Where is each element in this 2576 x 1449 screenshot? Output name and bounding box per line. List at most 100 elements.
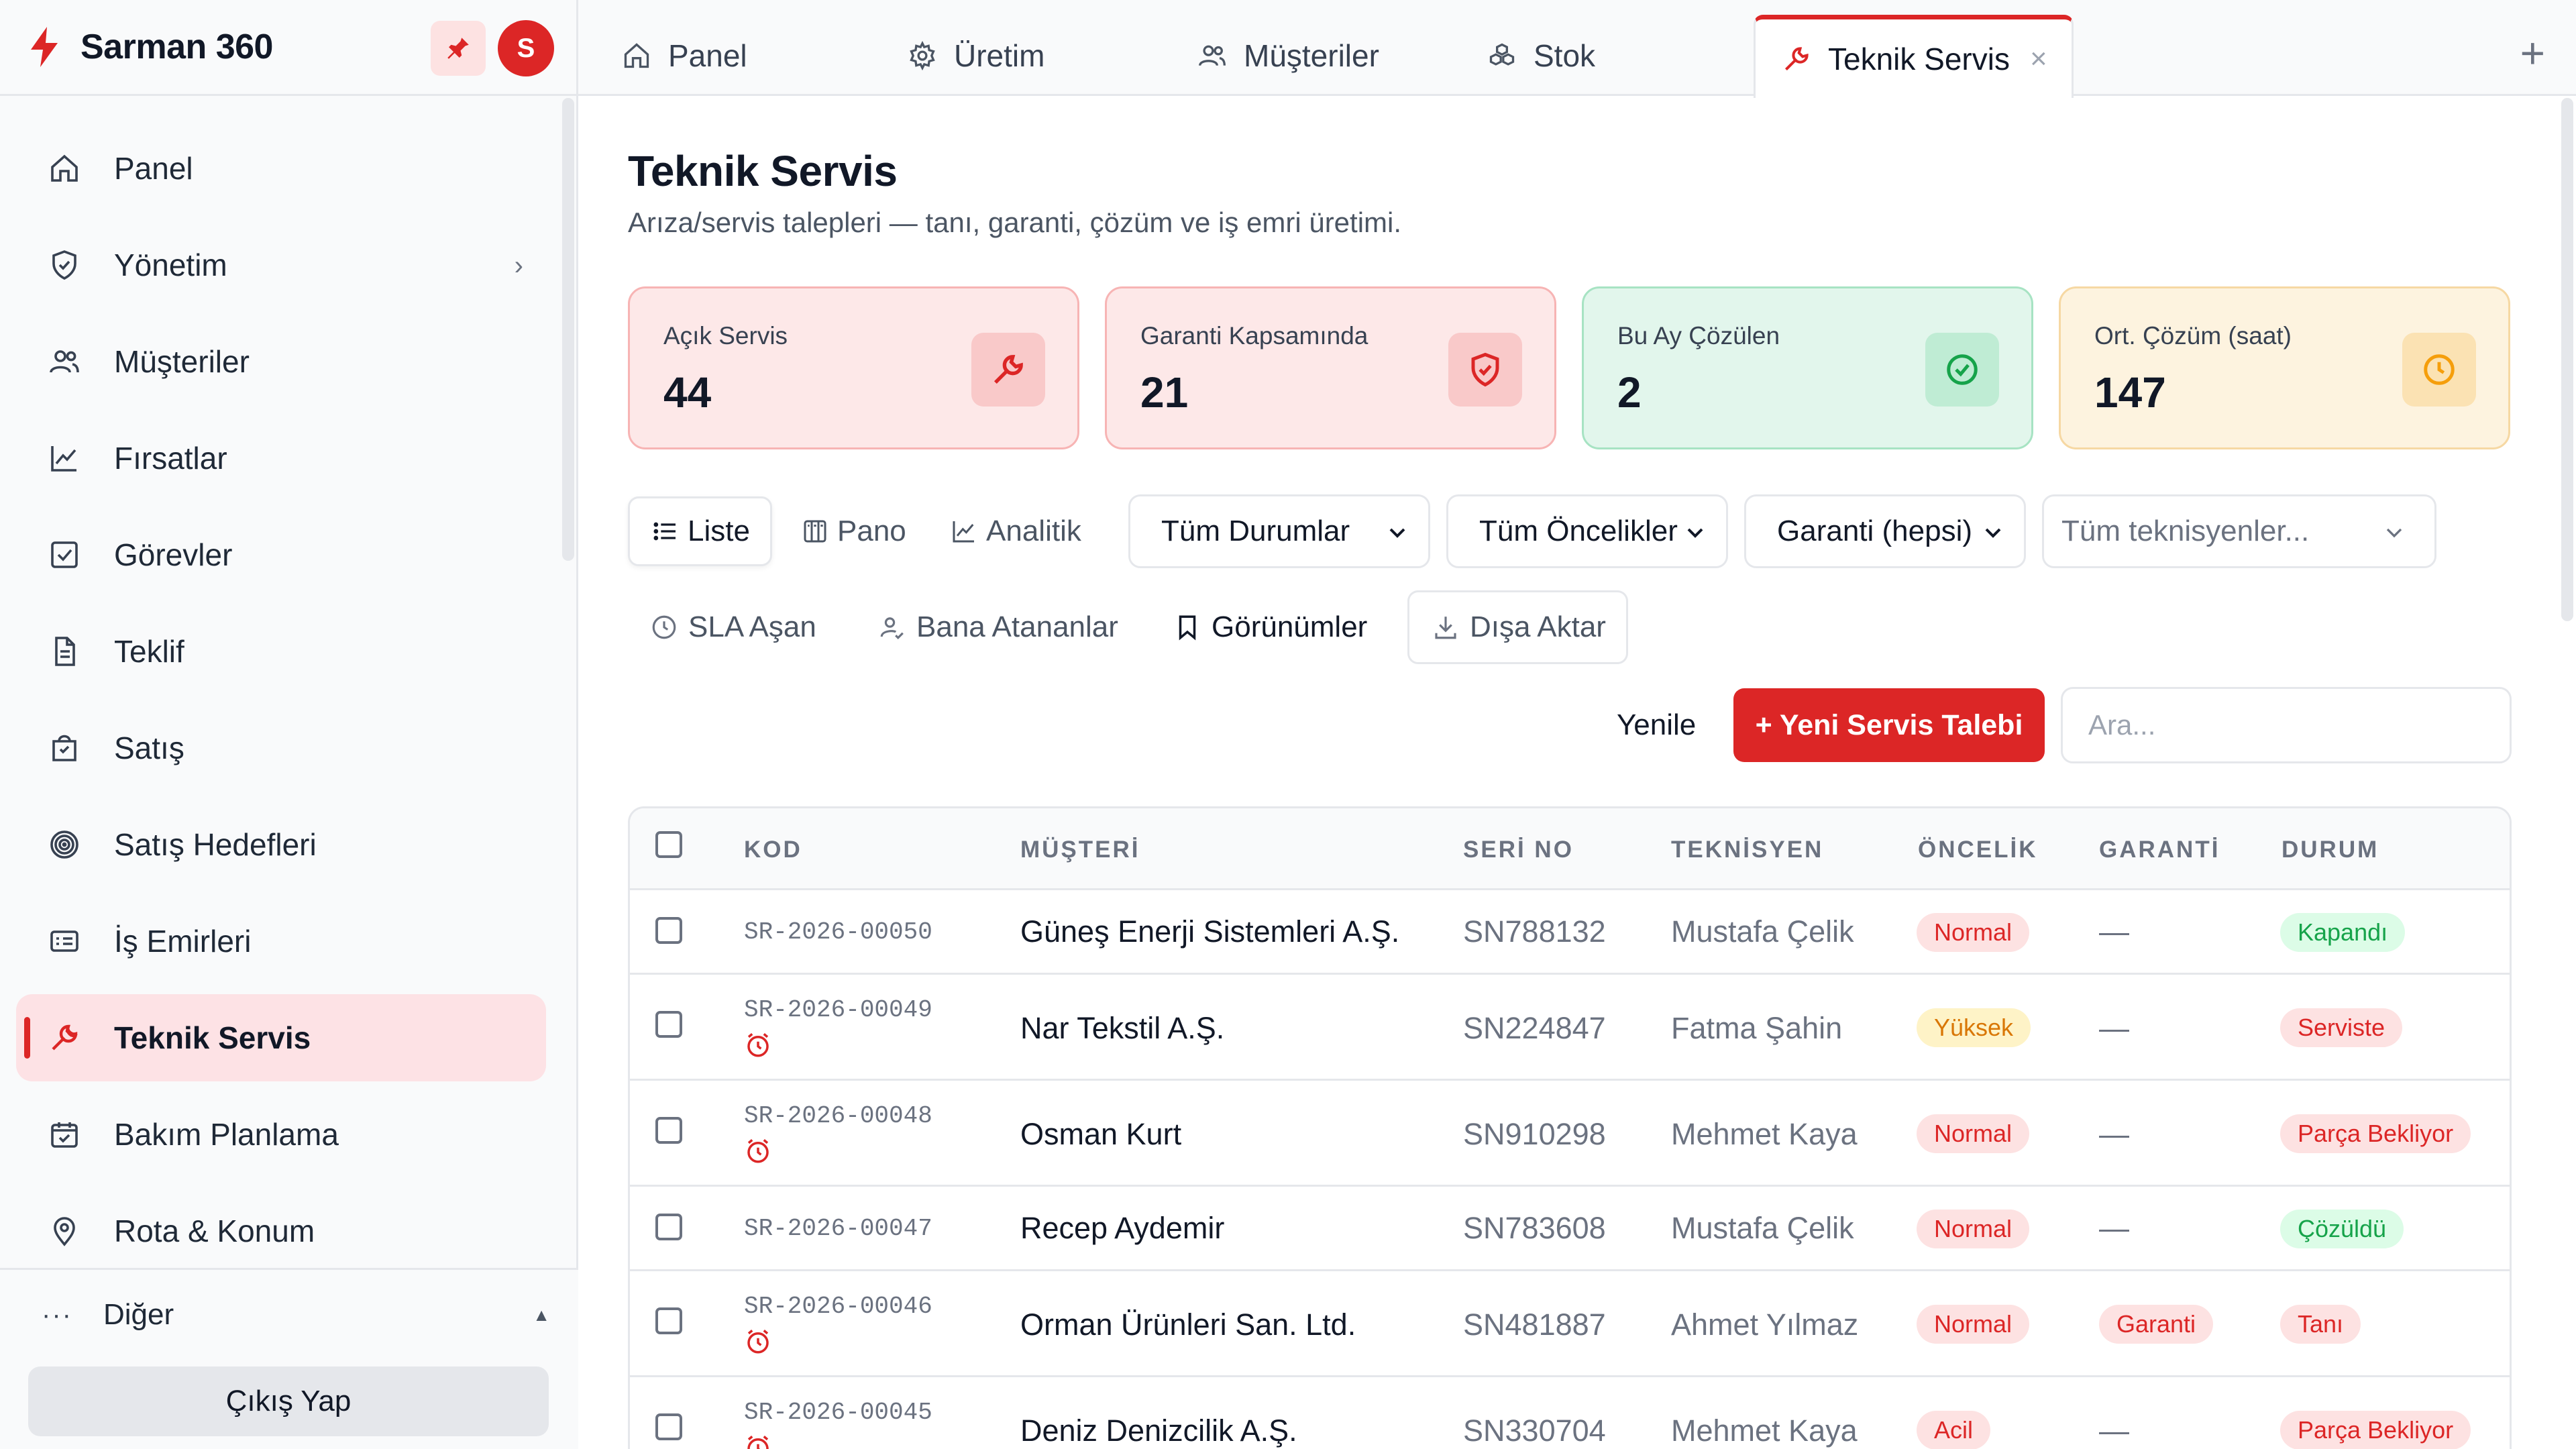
saved-views-button[interactable]: Görünümler (1171, 590, 1367, 664)
priority-badge: Normal (1917, 1210, 2030, 1248)
view-board-button[interactable]: Pano (800, 496, 906, 566)
tab-panel[interactable]: Panel (620, 15, 747, 96)
status-filter-select[interactable]: Tüm Durumlar (1128, 494, 1430, 568)
column-header-durum[interactable]: DURUM (2282, 837, 2379, 863)
tab-uretim[interactable]: Üretim (906, 15, 1044, 96)
shopping-bag-icon (47, 731, 82, 765)
technician-filter-placeholder: Tüm teknisyenler... (2061, 515, 2310, 547)
table-row[interactable]: SR-2026-00046 Orman Ürünleri San. Ltd. S… (630, 1271, 2510, 1377)
technician-name: Fatma Şahin (1671, 1011, 1843, 1045)
row-checkbox[interactable] (655, 1011, 682, 1038)
user-check-icon (876, 611, 908, 643)
serial-number: SN910298 (1463, 1117, 1606, 1151)
clock-icon (648, 611, 680, 643)
sidebar-item-gorevler[interactable]: Görevler (16, 511, 546, 598)
sla-alarm-icon (747, 1033, 769, 1057)
column-header-musteri[interactable]: MÜŞTERİ (1020, 837, 1140, 863)
sidebar-item-label: Bakım Planlama (114, 1117, 339, 1152)
row-checkbox[interactable] (655, 1413, 682, 1440)
users-icon (47, 344, 82, 379)
sidebar-scrollbar[interactable] (562, 98, 574, 561)
user-avatar[interactable]: S (498, 20, 554, 76)
map-pin-icon (47, 1214, 82, 1248)
column-header-oncelik[interactable]: ÖNCELİK (1918, 837, 2038, 863)
priority-filter-value: Tüm Öncelikler (1479, 515, 1678, 547)
tab-teknik-servis[interactable]: Teknik Servis × (1754, 15, 2074, 98)
table-row[interactable]: SR-2026-00048 Osman Kurt SN910298 Mehmet… (630, 1081, 2510, 1187)
column-header-kod[interactable]: KOD (744, 837, 802, 863)
sidebar-item-label: Satış Hedefleri (114, 827, 317, 862)
view-board-label: Pano (837, 515, 906, 547)
brand-header: Sarman 360 S (0, 0, 578, 96)
pin-button[interactable] (431, 21, 486, 76)
sidebar-item-is-emirleri[interactable]: İş Emirleri (16, 898, 546, 985)
boxes-icon (1485, 39, 1519, 72)
sidebar-item-panel[interactable]: Panel (16, 125, 546, 212)
status-badge: Serviste (2280, 1008, 2403, 1047)
row-checkbox[interactable] (655, 1117, 682, 1144)
row-checkbox[interactable] (655, 1307, 682, 1334)
shield-icon (47, 248, 82, 282)
priority-badge: Normal (1917, 1305, 2030, 1344)
other-toggle[interactable]: ··· Diğer ▲ (42, 1298, 550, 1332)
sla-exceeded-button[interactable]: SLA Aşan (648, 590, 816, 664)
column-header-seri-no[interactable]: SERİ NO (1463, 837, 1574, 863)
view-list-button[interactable]: Liste (628, 496, 772, 566)
service-code[interactable]: SR-2026-00045 (744, 1399, 932, 1426)
table-row[interactable]: SR-2026-00047 Recep Aydemir SN783608 Mus… (630, 1187, 2510, 1271)
sidebar-item-satis-hedefleri[interactable]: Satış Hedefleri (16, 801, 546, 888)
priority-badge: Normal (1917, 1114, 2030, 1153)
chevron-down-icon (1985, 528, 2001, 538)
sidebar-item-label: Görevler (114, 537, 233, 572)
download-icon (1430, 611, 1462, 643)
brand-actions: S (431, 20, 554, 76)
sla-exceeded-label: SLA Aşan (688, 610, 816, 643)
service-code[interactable]: SR-2026-00049 (744, 996, 932, 1024)
service-code[interactable]: SR-2026-00047 (744, 1215, 932, 1242)
sidebar-nav: Panel Yönetim › Müşteriler Fırsatlar Gör… (16, 125, 546, 1284)
row-checkbox[interactable] (655, 1214, 682, 1240)
priority-filter-select[interactable]: Tüm Öncelikler (1446, 494, 1728, 568)
add-tab-button[interactable]: + (2520, 28, 2545, 78)
sidebar-item-musteriler[interactable]: Müşteriler (16, 318, 546, 405)
sidebar-item-bakim-planlama[interactable]: Bakım Planlama (16, 1091, 546, 1178)
search-input[interactable]: Ara... (2061, 687, 2512, 763)
sidebar-item-rota-konum[interactable]: Rota & Konum (16, 1187, 546, 1275)
new-service-request-button[interactable]: + Yeni Servis Talebi (1733, 688, 2045, 762)
column-header-garanti[interactable]: GARANTİ (2099, 837, 2220, 863)
warranty-filter-select[interactable]: Garanti (hepsi) (1744, 494, 2026, 568)
sidebar-item-satis[interactable]: Satış (16, 704, 546, 792)
export-button[interactable]: Dışa Aktar (1407, 590, 1628, 664)
sla-alarm-icon (747, 1139, 769, 1163)
close-icon[interactable]: × (2030, 42, 2047, 76)
service-code[interactable]: SR-2026-00048 (744, 1102, 932, 1130)
tab-musteriler[interactable]: Müşteriler (1195, 15, 1379, 96)
service-code[interactable]: SR-2026-00046 (744, 1293, 932, 1320)
sidebar-item-teklif[interactable]: Teklif (16, 608, 546, 695)
refresh-button[interactable]: Yenile (1617, 708, 1696, 742)
sidebar-item-label: Yönetim (114, 248, 227, 282)
wrench-icon (1780, 42, 1813, 76)
technician-name: Mustafa Çelik (1671, 914, 1854, 949)
tab-label: Panel (668, 38, 747, 73)
sidebar-item-teknik-servis[interactable]: Teknik Servis (16, 994, 546, 1081)
table-row[interactable]: SR-2026-00049 Nar Tekstil A.Ş. SN224847 … (630, 975, 2510, 1081)
row-checkbox[interactable] (655, 917, 682, 944)
technician-filter-select[interactable]: Tüm teknisyenler... (2042, 494, 2436, 568)
table-row[interactable]: SR-2026-00045 Deniz Denizcilik A.Ş. SN33… (630, 1377, 2510, 1449)
sidebar-item-firsatlar[interactable]: Fırsatlar (16, 415, 546, 502)
table-row[interactable]: SR-2026-00050 Güneş Enerji Sistemleri A.… (630, 890, 2510, 975)
view-analytics-button[interactable]: Analitik (949, 496, 1081, 566)
sidebar-item-label: Panel (114, 151, 193, 186)
tab-stok[interactable]: Stok (1485, 15, 1595, 96)
logout-button[interactable]: Çıkış Yap (28, 1366, 549, 1436)
warranty-value: — (2099, 1117, 2129, 1151)
main-scrollbar[interactable] (2561, 98, 2573, 621)
select-all-checkbox[interactable] (655, 831, 682, 858)
service-code[interactable]: SR-2026-00050 (744, 918, 932, 946)
sidebar-item-label: Müşteriler (114, 344, 250, 379)
column-header-teknisyen[interactable]: TEKNİSYEN (1671, 837, 1823, 863)
assigned-to-me-button[interactable]: Bana Atananlar (876, 590, 1118, 664)
home-icon (47, 151, 82, 186)
sidebar-item-yonetim[interactable]: Yönetim › (16, 221, 546, 309)
